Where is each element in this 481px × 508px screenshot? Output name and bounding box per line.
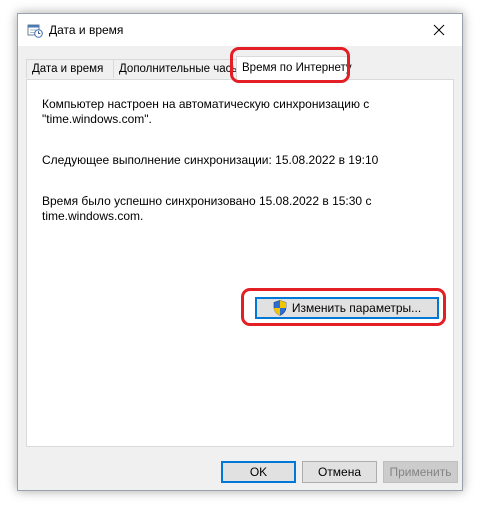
window-title: Дата и время xyxy=(49,23,124,37)
close-icon xyxy=(433,24,445,36)
close-button[interactable] xyxy=(416,14,462,46)
date-time-dialog: Дата и время Дата и время Дополнительные… xyxy=(17,13,463,491)
clock-calendar-icon xyxy=(27,24,43,38)
uac-shield-icon xyxy=(273,300,287,316)
change-settings-button[interactable]: Изменить параметры... xyxy=(255,297,439,319)
ok-button[interactable]: OK xyxy=(221,461,296,483)
internet-time-panel: Компьютер настроен на автоматическую син… xyxy=(26,79,454,447)
cancel-button[interactable]: Отмена xyxy=(302,461,377,483)
tab-date-time[interactable]: Дата и время xyxy=(26,59,114,78)
tab-internet-time[interactable]: Время по Интернету xyxy=(236,56,352,80)
title-bar[interactable]: Дата и время xyxy=(18,14,462,46)
next-sync-text: Следующее выполнение синхронизации: 15.0… xyxy=(42,153,379,167)
last-sync-text: Время было успешно синхронизовано 15.08.… xyxy=(42,194,372,223)
change-settings-label: Изменить параметры... xyxy=(291,301,422,315)
apply-button[interactable]: Применить xyxy=(383,461,458,483)
tab-additional-clocks[interactable]: Дополнительные часы xyxy=(113,59,240,78)
sync-status-text: Компьютер настроен на автоматическую син… xyxy=(42,97,370,126)
